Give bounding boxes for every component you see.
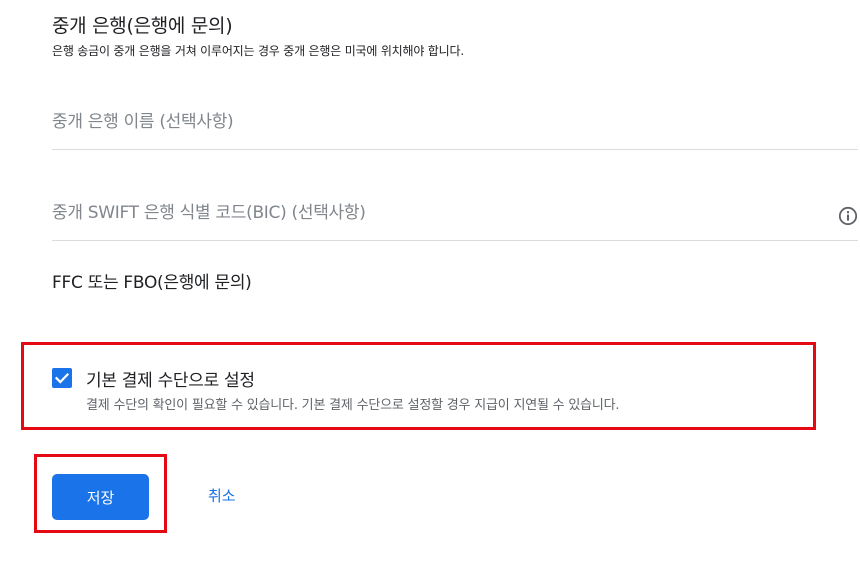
- intermediary-swift-input[interactable]: [52, 203, 812, 223]
- checkmark-icon: [54, 372, 70, 384]
- cancel-button[interactable]: 취소: [208, 485, 236, 506]
- intermediary-bank-title: 중개 은행(은행에 문의): [52, 15, 233, 37]
- default-payment-label[interactable]: 기본 결제 수단으로 설정: [86, 366, 255, 391]
- info-circle-icon[interactable]: [838, 206, 858, 226]
- intermediary-bank-name-input[interactable]: [52, 112, 812, 132]
- intermediary-bank-name-field: [52, 112, 858, 150]
- default-payment-description: 결제 수단의 확인이 필요할 수 있습니다. 기본 결제 수단으로 설정할 경우…: [86, 398, 620, 413]
- payment-method-form: 중개 은행(은행에 문의) 은행 송금이 중개 은행을 거쳐 이루어지는 경우 …: [0, 0, 860, 564]
- save-button[interactable]: 저장: [52, 474, 149, 520]
- ffc-fbo-label: FFC 또는 FBO(은행에 문의): [52, 273, 252, 293]
- intermediary-swift-field: [52, 203, 858, 241]
- default-payment-checkbox[interactable]: [52, 368, 72, 388]
- intermediary-bank-description: 은행 송금이 중개 은행을 거쳐 이루어지는 경우 중개 은행은 미국에 위치해…: [52, 44, 464, 58]
